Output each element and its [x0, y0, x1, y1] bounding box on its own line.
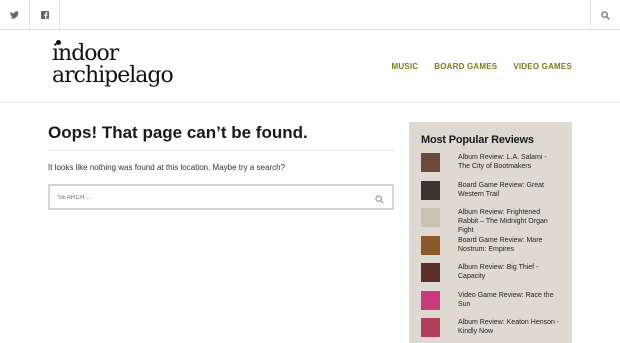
not-found-message: It looks like nothing was found at this … — [48, 163, 286, 172]
nav-item-board-games[interactable]: BOARD GAMES — [434, 62, 497, 71]
nav-item-music[interactable]: MUSIC — [391, 62, 418, 71]
search-input[interactable] — [50, 187, 350, 209]
review-thumbnail[interactable] — [421, 290, 440, 310]
widget-heading: Most Popular Reviews — [421, 134, 534, 146]
facebook-icon[interactable] — [30, 0, 60, 30]
review-item: Video Game Review: Race the Sun — [421, 290, 560, 319]
site-logo[interactable]: indoor archipelago — [52, 40, 174, 88]
twitter-icon[interactable] — [0, 0, 30, 30]
review-thumbnail[interactable] — [421, 235, 440, 255]
review-item: Album Review: Frightened Rabbit – The Mi… — [421, 208, 560, 236]
logo-line-1: indoor — [52, 41, 119, 66]
search-icon[interactable] — [590, 0, 620, 30]
review-thumbnail[interactable] — [421, 153, 440, 172]
nav-item-video-games[interactable]: VIDEO GAMES — [513, 62, 572, 71]
review-link[interactable]: Album Review: Keaton Henson - Kindly Now — [458, 318, 560, 336]
main-content: Oops! That page can’t be found. It looks… — [48, 122, 394, 210]
review-item: Board Game Review: Mare Nostrum: Empires — [421, 235, 560, 264]
review-thumbnail[interactable] — [421, 318, 440, 337]
review-item: Album Review: L.A. Salami - The City of … — [421, 153, 560, 181]
logo-line-2: archipelago — [52, 63, 174, 88]
search-submit-icon[interactable] — [375, 191, 384, 209]
review-item: Album Review: Keaton Henson - Kindly Now — [421, 318, 560, 343]
review-thumbnail[interactable] — [421, 180, 440, 200]
review-link[interactable]: Board Game Review: Great Western Trail — [458, 181, 560, 199]
review-link[interactable]: Video Game Review: Race the Sun — [458, 291, 560, 309]
logo-dot — [56, 40, 61, 45]
review-list: Album Review: L.A. Salami - The City of … — [421, 153, 560, 343]
review-link[interactable]: Album Review: Frightened Rabbit – The Mi… — [458, 208, 560, 235]
top-bar — [0, 0, 620, 30]
search-form — [48, 184, 394, 210]
popular-reviews-widget: Most Popular Reviews Album Review: L.A. … — [409, 122, 572, 343]
review-item: Board Game Review: Great Western Trail — [421, 180, 560, 209]
main-nav: MUSIC BOARD GAMES VIDEO GAMES — [391, 62, 572, 71]
page-title: Oops! That page can’t be found. — [48, 122, 394, 151]
review-thumbnail[interactable] — [421, 263, 440, 282]
review-item: Album Review: Big Thief - Capacity — [421, 263, 560, 291]
review-link[interactable]: Board Game Review: Mare Nostrum: Empires — [458, 236, 560, 254]
review-thumbnail[interactable] — [421, 208, 440, 227]
review-link[interactable]: Album Review: Big Thief - Capacity — [458, 263, 560, 281]
review-link[interactable]: Album Review: L.A. Salami - The City of … — [458, 153, 560, 171]
site-header: indoor archipelago MUSIC BOARD GAMES VID… — [0, 30, 620, 103]
